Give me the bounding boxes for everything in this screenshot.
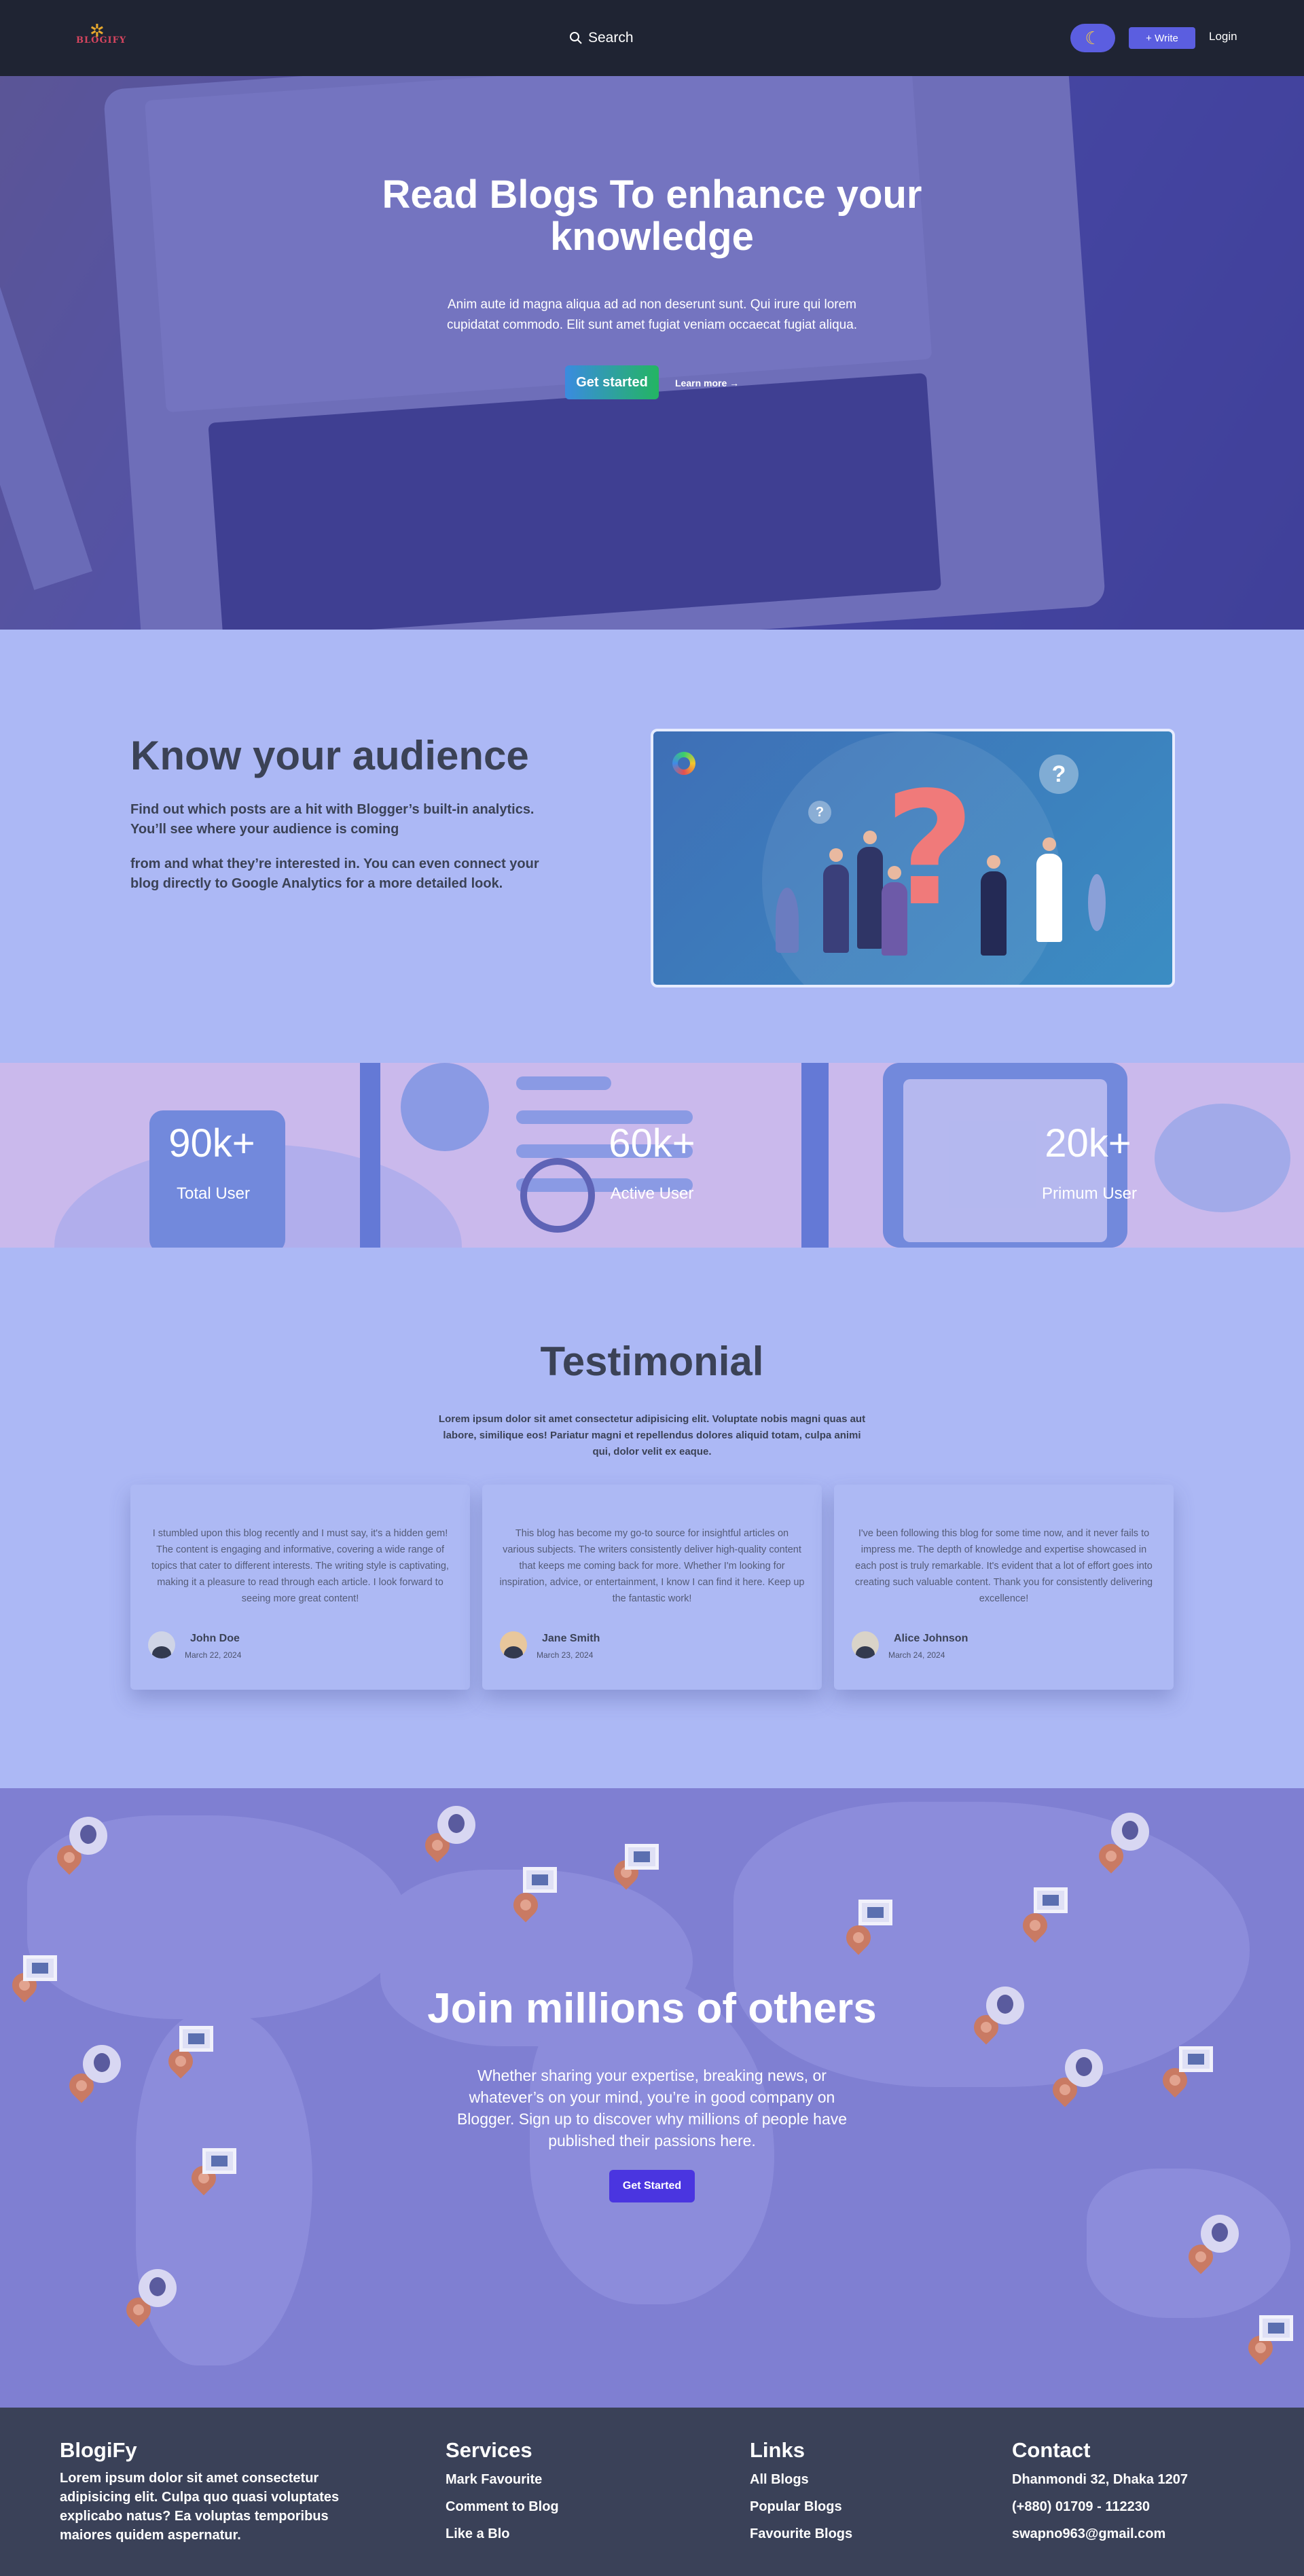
document-icon: [179, 2026, 213, 2052]
testimonial-date: March 23, 2024: [537, 1650, 594, 1660]
audience-paragraph-2: from and what they’re interested in. You…: [130, 856, 539, 891]
footer-link-mark-favourite[interactable]: Mark Favourite: [446, 2472, 542, 2488]
photo-frame-icon: [625, 1844, 659, 1870]
user-avatar-badge: [69, 1817, 107, 1855]
testimonial-date: March 24, 2024: [888, 1650, 945, 1660]
plant-decoration: [1088, 874, 1106, 931]
footer-brand-title: BlogiFy: [60, 2438, 137, 2462]
footer-links-title: Links: [750, 2438, 805, 2462]
search-button[interactable]: Search: [569, 27, 634, 49]
testimonial-text: This blog has become my go-to source for…: [499, 1528, 805, 1604]
moon-icon: ☾: [1085, 27, 1101, 48]
hero-overlay: [0, 76, 1304, 630]
photo-frame-icon: [202, 2148, 236, 2174]
user-avatar-badge: [1201, 2215, 1239, 2253]
testimonial-author: Jane Smith: [542, 1633, 600, 1644]
user-avatar-badge: [1065, 2049, 1103, 2087]
world-map-landmass: [734, 1802, 1250, 2087]
testimonial-author: Alice Johnson: [894, 1633, 968, 1644]
logo-text: BLOGIFY: [76, 35, 127, 46]
stat-value: 20k+: [1045, 1121, 1131, 1165]
contact-email[interactable]: swapno963@gmail.com: [1012, 2526, 1165, 2542]
footer-link-like[interactable]: Like a Blo: [446, 2526, 509, 2542]
testimonial-title: Testimonial: [540, 1339, 764, 1384]
hero-section: [0, 76, 1304, 630]
document-icon: [1034, 1887, 1068, 1913]
search-icon: [570, 32, 582, 44]
footer-about-text: Lorem ipsum dolor sit amet consectetur a…: [60, 2471, 340, 2543]
footer-link-all-blogs[interactable]: All Blogs: [750, 2472, 809, 2488]
avatar: [500, 1631, 527, 1658]
person-figure: [1036, 837, 1062, 942]
avatar: [148, 1631, 175, 1658]
testimonial-card: I've been following this blog for some t…: [834, 1485, 1174, 1690]
person-figure: [882, 866, 907, 956]
stat-value: 60k+: [609, 1121, 695, 1165]
testimonial-subtitle: Lorem ipsum dolor sit amet consectetur a…: [438, 1413, 866, 1457]
question-bubble-icon: ?: [1039, 755, 1079, 794]
brand-logo[interactable]: ✲ BLOGIFY: [73, 20, 126, 48]
testimonial-text: I've been following this blog for some t…: [854, 1528, 1153, 1604]
stat-label: Active User: [610, 1184, 694, 1203]
search-label: Search: [588, 30, 634, 46]
photo-frame-icon: [23, 1955, 57, 1981]
testimonial-author: John Doe: [190, 1633, 240, 1644]
testimonial-text: I stumbled upon this blog recently and I…: [151, 1528, 449, 1604]
footer-link-popular-blogs[interactable]: Popular Blogs: [750, 2499, 842, 2515]
stat-label: Primum User: [1041, 1184, 1137, 1203]
join-subtitle: Whether sharing your expertise, breaking…: [456, 2067, 848, 2149]
stat-label: Total User: [176, 1184, 251, 1203]
person-figure: [823, 848, 849, 953]
testimonial-card: I stumbled upon this blog recently and I…: [130, 1485, 470, 1690]
photo-frame-icon: [858, 1900, 892, 1925]
join-get-started-button[interactable]: Get Started: [609, 2170, 695, 2202]
audience-title: Know your audience: [130, 733, 529, 778]
theme-toggle[interactable]: ☾: [1070, 24, 1115, 52]
user-avatar-badge: [437, 1806, 475, 1844]
footer-link-favourite-blogs[interactable]: Favourite Blogs: [750, 2526, 852, 2542]
plant-decoration: [776, 888, 799, 953]
footer-link-comment[interactable]: Comment to Blog: [446, 2499, 559, 2515]
login-link[interactable]: Login: [1209, 30, 1237, 43]
photo-frame-icon: [1179, 2046, 1213, 2072]
user-avatar-badge: [83, 2045, 121, 2083]
stat-value: 90k+: [168, 1121, 255, 1165]
person-figure: [857, 831, 883, 949]
question-bubble-icon: ?: [808, 801, 831, 824]
contact-address: Dhanmondi 32, Dhaka 1207: [1012, 2472, 1188, 2487]
get-started-button[interactable]: Get started: [565, 365, 659, 399]
analytics-logo-icon: [672, 752, 695, 775]
join-title: Join millions of others: [427, 1985, 877, 2032]
world-map-landmass: [136, 2012, 312, 2365]
footer-services-title: Services: [446, 2438, 532, 2462]
footer-contact-title: Contact: [1012, 2438, 1091, 2462]
testimonial-date: March 22, 2024: [185, 1650, 242, 1660]
person-figure: [981, 855, 1007, 956]
top-navbar: ✲ BLOGIFY Search ☾ + Write Login: [0, 0, 1304, 76]
hero-title: Read Blogs To enhance your knowledge: [382, 173, 922, 259]
contact-phone: (+880) 01709 - 112230: [1012, 2499, 1150, 2514]
world-map-landmass: [1087, 2169, 1290, 2318]
audience-paragraph-1: Find out which posts are a hit with Blog…: [130, 802, 535, 837]
user-avatar-badge: [1111, 1813, 1149, 1851]
testimonial-card: This blog has become my go-to source for…: [482, 1485, 822, 1690]
user-avatar-badge: [986, 1987, 1024, 2025]
audience-illustration: ? ? ?: [651, 729, 1175, 987]
photo-frame-icon: [1259, 2315, 1293, 2341]
avatar: [852, 1631, 879, 1658]
learn-more-link[interactable]: Learn more →: [675, 378, 739, 388]
write-button[interactable]: + Write: [1129, 27, 1195, 49]
user-avatar-badge: [139, 2269, 177, 2307]
hero-subtitle: Anim aute id magna aliqua ad ad non dese…: [446, 297, 858, 332]
photo-frame-icon: [523, 1867, 557, 1893]
